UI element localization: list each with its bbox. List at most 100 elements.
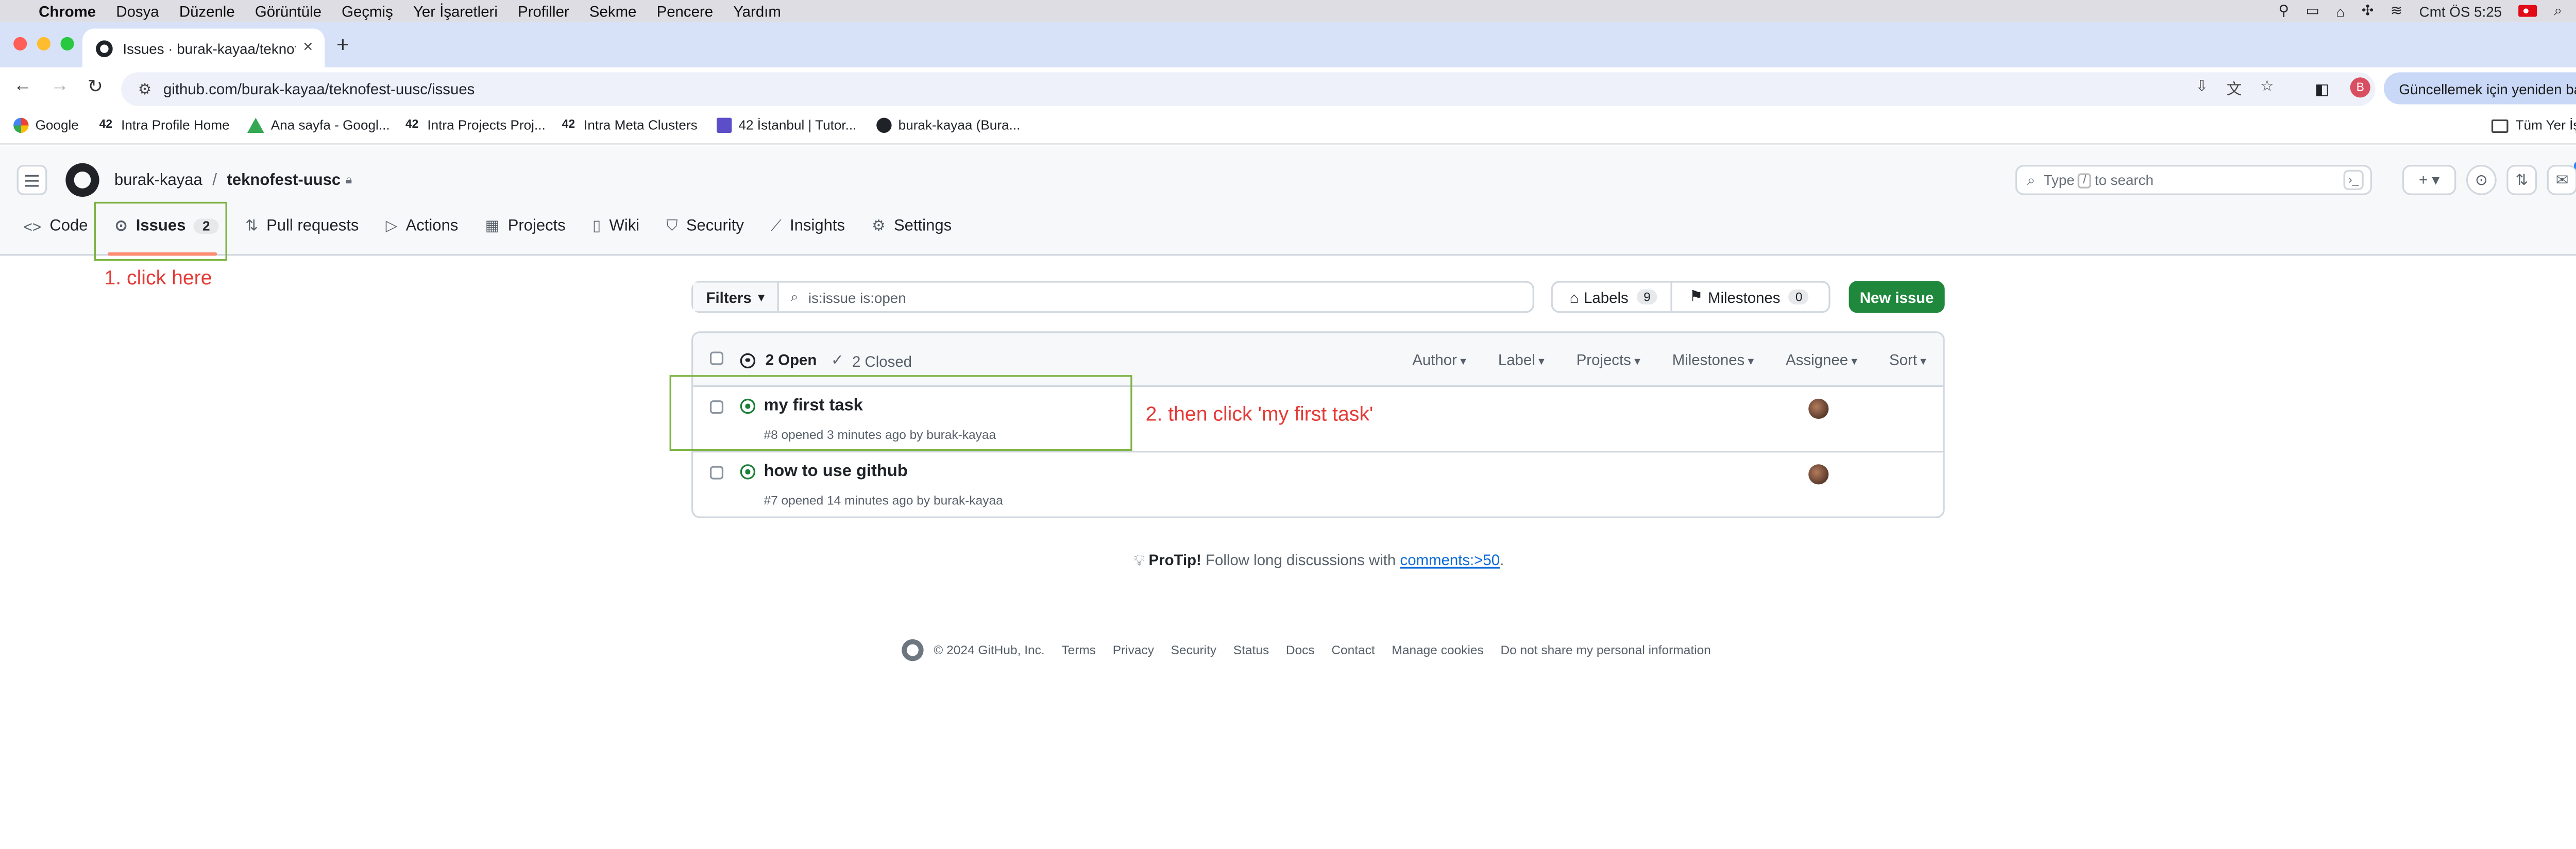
all-bookmarks[interactable]: Tüm Yer İşaretleri <box>2492 118 2576 133</box>
footer-link-privacy[interactable]: Privacy <box>1113 642 1154 657</box>
install-app-icon[interactable]: ⇩ <box>2195 77 2208 99</box>
zoom-window-button[interactable] <box>60 37 74 50</box>
forward-icon[interactable]: → <box>50 76 69 96</box>
issue-row[interactable]: how to use github #7 opened 14 minutes a… <box>693 452 1943 516</box>
turkish-flag-icon[interactable] <box>2518 5 2537 17</box>
footer-link-status[interactable]: Status <box>1233 642 1269 657</box>
search-input[interactable]: ⌕ Type / to search ›_ <box>2015 164 2372 195</box>
hamburger-menu-button[interactable] <box>16 164 47 195</box>
footer-link-manage-cookies[interactable]: Manage cookies <box>1392 642 1483 657</box>
repo-name-link[interactable]: teknofest-uusc <box>227 172 341 190</box>
update-button[interactable]: Güncellemek için yeniden başlat ⋮ <box>2383 72 2576 105</box>
bookmark-star-icon[interactable]: ☆ <box>2260 77 2274 99</box>
close-window-button[interactable] <box>13 37 27 50</box>
back-icon[interactable]: ← <box>13 76 32 96</box>
bookmark-item[interactable]: 42 Intra Profile Home <box>99 118 230 133</box>
menu-item-goruntule[interactable]: Görüntüle <box>255 3 321 20</box>
spotlight-icon[interactable]: ⌕ <box>2554 2 2562 20</box>
issue-search-input[interactable]: ⌕ is:issue is:open <box>779 283 906 312</box>
tab-settings[interactable]: ⚙ Settings <box>872 217 952 235</box>
bookmark-item[interactable]: 42 Intra Projects Proj... <box>405 118 546 133</box>
tab-label: Settings <box>893 217 952 236</box>
pull-requests-icon-button[interactable]: ⇅ <box>2506 164 2537 195</box>
tab-label: Wiki <box>609 217 640 236</box>
protip-text: Follow long discussions with <box>1206 552 1396 569</box>
create-new-button[interactable]: + ▾ <box>2402 164 2456 195</box>
sort-filter[interactable]: Sort <box>1889 351 1926 368</box>
protip-link[interactable]: comments:>50 <box>1400 552 1500 569</box>
annotation-box-issues <box>94 201 227 261</box>
footer-link-terms[interactable]: Terms <box>1061 642 1096 657</box>
inbox-button[interactable]: ✉ <box>2547 164 2576 195</box>
milestones-filter[interactable]: Milestones <box>1672 351 1754 368</box>
closed-issues-filter[interactable]: ✓ 2 Closed <box>831 351 912 370</box>
menu-item-pencere[interactable]: Pencere <box>657 3 713 20</box>
menu-item-yardim[interactable]: Yardım <box>733 3 781 20</box>
protip: 💡︎ ProTip! Follow long discussions with … <box>0 552 2576 570</box>
github-footer-logo-icon[interactable] <box>902 639 924 661</box>
tab-code[interactable]: <> Code <box>24 217 88 235</box>
tab-wiki[interactable]: ▯ Wiki <box>592 217 639 235</box>
projects-filter[interactable]: Projects <box>1577 351 1640 368</box>
menu-item-dosya[interactable]: Dosya <box>116 3 159 20</box>
assignee-filter[interactable]: Assignee <box>1786 351 1857 368</box>
new-issue-button[interactable]: New issue <box>1849 281 1945 313</box>
bookmark-item[interactable]: Ana sayfa - Googl... <box>247 117 390 133</box>
screen-mirror-icon[interactable]: ▭ <box>2306 2 2319 20</box>
clock[interactable]: Cmt ÖS 5:25 <box>2419 3 2502 20</box>
tab-projects[interactable]: ▦ Projects <box>485 217 566 235</box>
labels-button[interactable]: ⌂ Labels 9 <box>1553 283 1671 312</box>
menu-item-yer-isaretleri[interactable]: Yer İşaretleri <box>413 3 498 20</box>
reload-icon[interactable]: ↻ <box>88 76 103 97</box>
filters-button[interactable]: Filters ▾ <box>693 282 779 312</box>
command-palette-icon[interactable]: ›_ <box>2343 169 2364 190</box>
assignee-avatar[interactable] <box>1808 464 1829 485</box>
menu-item-duzenle[interactable]: Düzenle <box>179 3 235 20</box>
tab-pull-requests[interactable]: ⇅ Pull requests <box>245 217 359 235</box>
menu-item-sekme[interactable]: Sekme <box>589 3 636 20</box>
bookmark-item[interactable]: 42 Intra Meta Clusters <box>562 118 698 133</box>
window-controls <box>13 37 74 50</box>
bookmark-item[interactable]: Google <box>13 117 79 133</box>
select-all-checkbox[interactable] <box>709 351 724 365</box>
close-tab-icon[interactable]: × <box>303 39 313 57</box>
new-tab-icon[interactable]: + <box>336 32 349 57</box>
issue-checkbox[interactable] <box>709 466 724 480</box>
label-filter[interactable]: Label <box>1498 351 1545 368</box>
macos-menubar: Chrome Dosya Düzenle Görüntüle Geçmiş Ye… <box>0 0 2576 22</box>
repo-owner-link[interactable]: burak-kayaa <box>114 172 202 190</box>
address-bar[interactable]: ⚙ github.com/burak-kayaa/teknofest-uusc/… <box>121 72 2376 106</box>
binoculars-icon[interactable]: ⚲ <box>2278 2 2289 20</box>
profile-avatar[interactable]: B <box>2350 77 2370 98</box>
footer-link-docs[interactable]: Docs <box>1286 642 1315 657</box>
airplay-icon[interactable]: ⌂ <box>2336 3 2345 20</box>
milestones-button[interactable]: ⚑ Milestones 0 <box>1670 282 1823 312</box>
footer-link-do-not-share[interactable]: Do not share my personal information <box>1500 642 1710 657</box>
wifi-icon[interactable]: ≋ <box>2391 2 2402 20</box>
browser-tab-issues[interactable]: Issues · burak-kayaa/teknofest-uusc × <box>82 28 325 67</box>
author-filter[interactable]: Author <box>1412 351 1466 368</box>
book-icon: ▯ <box>592 217 601 234</box>
issue-filter-bar: Filters ▾ ⌕ is:issue is:open <box>691 281 1534 313</box>
bookmark-item[interactable]: burak-kayaa (Bura... <box>876 117 1020 133</box>
minimize-window-button[interactable] <box>37 37 50 50</box>
site-info-icon[interactable]: ⚙ <box>138 80 151 98</box>
browser-toolbar: ← → ↻ ⚙ github.com/burak-kayaa/teknofest… <box>0 67 2576 110</box>
tab-security[interactable]: ⛉ Security <box>666 217 744 235</box>
bookmark-item[interactable]: 42 İstanbul | Tutor... <box>717 117 856 133</box>
open-issues-filter[interactable]: 2 Open <box>740 351 817 368</box>
issue-title-link[interactable]: how to use github <box>764 463 907 481</box>
side-panel-icon[interactable]: ◧ <box>2315 81 2329 99</box>
accessibility-icon[interactable]: ✣ <box>2362 2 2374 20</box>
tab-actions[interactable]: ▷ Actions <box>386 217 459 235</box>
issues-icon-button[interactable]: ⊙ <box>2466 164 2497 195</box>
assignee-avatar[interactable] <box>1808 398 1829 419</box>
footer-link-security[interactable]: Security <box>1171 642 1216 657</box>
menu-item-gecmis[interactable]: Geçmiş <box>342 3 393 20</box>
footer-link-contact[interactable]: Contact <box>1331 642 1375 657</box>
menu-item-profiller[interactable]: Profiller <box>518 3 569 20</box>
github-logo-icon[interactable] <box>65 163 99 197</box>
menu-app-name[interactable]: Chrome <box>39 3 96 20</box>
translate-icon[interactable]: 文 <box>2227 77 2242 99</box>
tab-insights[interactable]: ⟋ Insights <box>771 217 845 235</box>
